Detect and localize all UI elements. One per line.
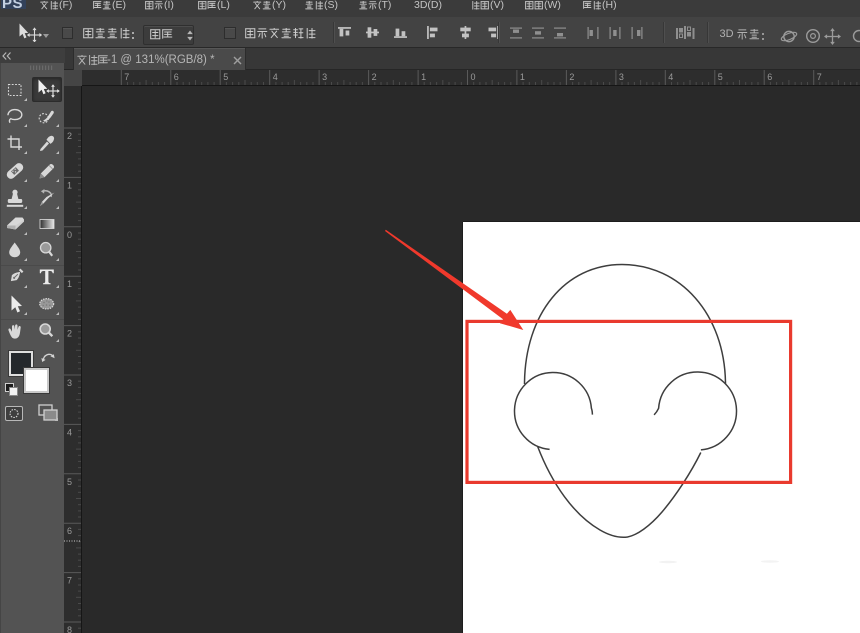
svg-text:6: 6 bbox=[174, 72, 179, 82]
svg-text:8: 8 bbox=[67, 625, 72, 633]
svg-text:5: 5 bbox=[718, 72, 723, 82]
svg-text:7: 7 bbox=[817, 72, 822, 82]
svg-text:5: 5 bbox=[223, 72, 228, 82]
svg-text:3: 3 bbox=[322, 72, 327, 82]
svg-text:3: 3 bbox=[67, 378, 72, 388]
svg-text:2: 2 bbox=[67, 329, 72, 339]
svg-text:6: 6 bbox=[67, 526, 72, 536]
svg-text:2: 2 bbox=[67, 131, 72, 141]
svg-text:7: 7 bbox=[124, 72, 129, 82]
svg-text:1: 1 bbox=[421, 72, 426, 82]
svg-text:0: 0 bbox=[471, 72, 476, 82]
svg-text:4: 4 bbox=[668, 72, 673, 82]
svg-text:7: 7 bbox=[67, 576, 72, 586]
svg-text:4: 4 bbox=[273, 72, 278, 82]
svg-text:1: 1 bbox=[67, 279, 72, 289]
svg-text:1: 1 bbox=[520, 72, 525, 82]
svg-text:5: 5 bbox=[67, 477, 72, 487]
svg-text:4: 4 bbox=[67, 427, 72, 437]
svg-text:0: 0 bbox=[67, 230, 72, 240]
svg-text:1: 1 bbox=[67, 180, 72, 190]
svg-text:2: 2 bbox=[569, 72, 574, 82]
svg-text:6: 6 bbox=[767, 72, 772, 82]
svg-text:3: 3 bbox=[619, 72, 624, 82]
svg-text:2: 2 bbox=[372, 72, 377, 82]
